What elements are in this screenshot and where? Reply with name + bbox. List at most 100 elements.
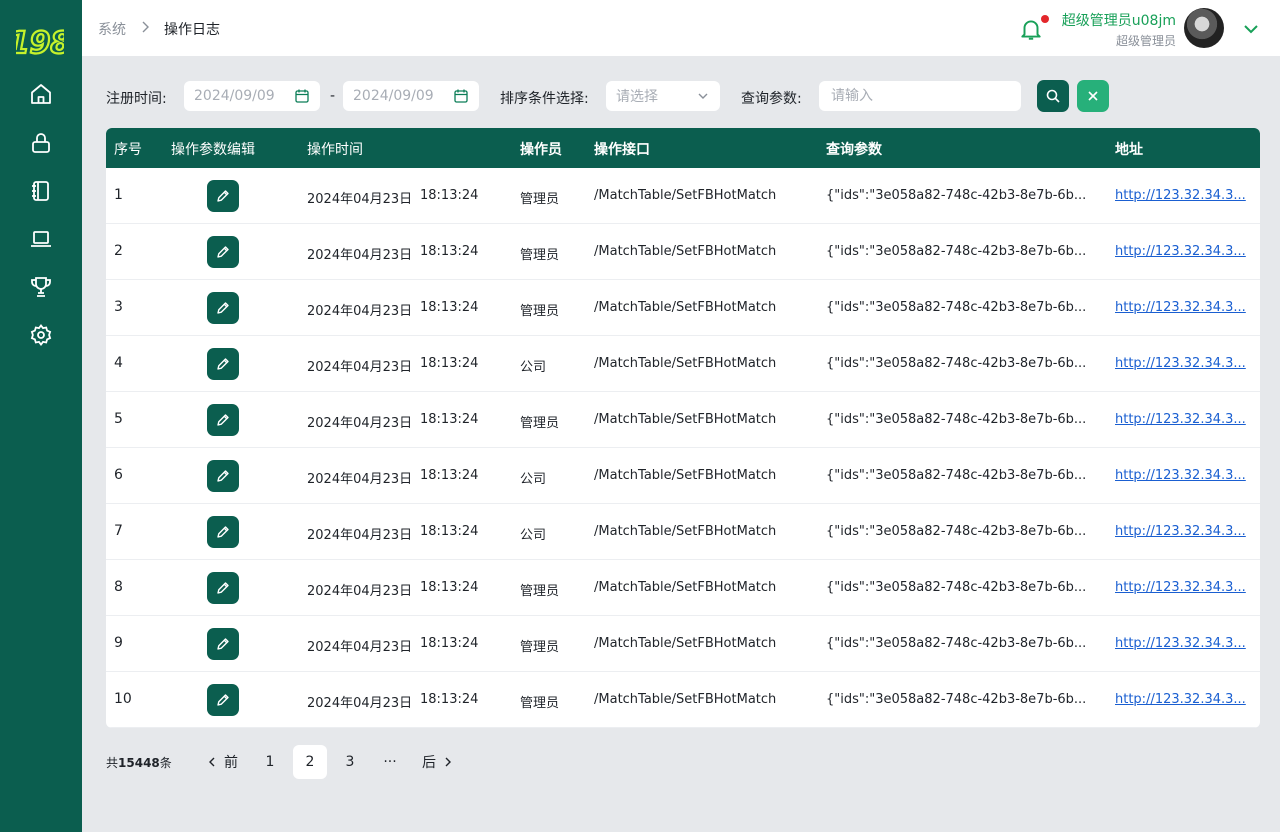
reset-button[interactable] [1077,80,1109,112]
trophy-icon [31,277,51,297]
row-index: 7 [114,523,123,539]
row-operator: 公司 [520,528,547,543]
chevron-down-icon[interactable] [1242,20,1260,38]
row-api: /MatchTable/SetFBHotMatch [594,468,777,483]
chevron-down-icon [698,93,708,99]
date-separator: - [330,88,336,104]
page-3[interactable]: 3 [333,745,367,779]
row-address-link[interactable]: http://123.32.34.3... [1115,692,1246,707]
query-input[interactable] [819,81,1021,111]
row-date: 2024年04月23日 [307,584,413,599]
page-2[interactable]: 2 [293,745,327,779]
row-date: 2024年04月23日 [307,416,413,431]
home-icon [31,84,51,104]
row-operator: 公司 [520,360,547,375]
pencil-icon [217,246,229,258]
breadcrumb-root[interactable]: 系统 [98,19,126,39]
col-operator: 操作员 [520,142,562,158]
row-date: 2024年04月23日 [307,528,413,543]
col-index: 序号 [114,142,142,158]
sidebar-item-laptop[interactable] [26,224,56,254]
row-index: 9 [114,635,123,651]
edit-params-button[interactable] [207,516,239,548]
row-index: 8 [114,579,123,595]
table-row: 1 2024年04月23日 18:13:24 管理员 /MatchTable/S… [106,168,1260,224]
table-row: 7 2024年04月23日 18:13:24 公司 /MatchTable/Se… [106,504,1260,560]
row-params: {"ids":"3e058a82-748c-42b3-8e7b-6b... [826,636,1087,651]
sort-select[interactable]: 请选择 [606,81,720,111]
ellipsis: ··· [383,754,397,770]
query-label: 查询参数: [741,91,802,107]
sidebar-item-notebook[interactable] [26,176,56,206]
row-api: /MatchTable/SetFBHotMatch [594,412,777,427]
row-address-link[interactable]: http://123.32.34.3... [1115,580,1246,595]
top-header: 系统 操作日志 超级管理员u08jm 超级管理员 [82,0,1280,56]
edit-params-button[interactable] [207,292,239,324]
row-address-link[interactable]: http://123.32.34.3... [1115,356,1246,371]
date-end-value: 2024/09/09 [353,88,434,104]
row-address-link[interactable]: http://123.32.34.3... [1115,636,1246,651]
table-row: 2 2024年04月23日 18:13:24 管理员 /MatchTable/S… [106,224,1260,280]
page-number: 2 [305,754,315,770]
row-address-link[interactable]: http://123.32.34.3... [1115,188,1246,203]
page-ellipsis[interactable]: ··· [373,745,407,779]
avatar[interactable] [1184,8,1224,48]
row-date: 2024年04月23日 [307,472,413,487]
row-params: {"ids":"3e058a82-748c-42b3-8e7b-6b... [826,244,1087,259]
row-date: 2024年04月23日 [307,640,413,655]
chevron-right-icon [445,757,451,767]
edit-params-button[interactable] [207,684,239,716]
row-api: /MatchTable/SetFBHotMatch [594,300,777,315]
row-api: /MatchTable/SetFBHotMatch [594,244,777,259]
search-button[interactable] [1037,80,1069,112]
next-page-button[interactable]: 后 [416,745,460,779]
row-params: {"ids":"3e058a82-748c-42b3-8e7b-6b... [826,580,1087,595]
edit-params-button[interactable] [207,236,239,268]
pencil-icon [217,358,229,370]
edit-params-button[interactable] [207,460,239,492]
sidebar-item-settings[interactable] [26,320,56,350]
row-params: {"ids":"3e058a82-748c-42b3-8e7b-6b... [826,356,1087,371]
sidebar-item-lock[interactable] [26,128,56,158]
bell-icon[interactable] [1018,16,1044,42]
row-index: 5 [114,411,123,427]
breadcrumb-separator-icon [142,21,149,33]
row-address-link[interactable]: http://123.32.34.3... [1115,524,1246,539]
row-address-link[interactable]: http://123.32.34.3... [1115,300,1246,315]
row-address-link[interactable]: http://123.32.34.3... [1115,412,1246,427]
prev-page-button[interactable]: 前 [200,745,244,779]
user-name: 超级管理员u08jm [1061,13,1176,29]
pencil-icon [217,694,229,706]
sidebar-item-trophy[interactable] [26,272,56,302]
date-end-picker[interactable]: 2024/09/09 [343,81,479,111]
edit-params-button[interactable] [207,628,239,660]
table-row: 6 2024年04月23日 18:13:24 公司 /MatchTable/Se… [106,448,1260,504]
sort-placeholder: 请选择 [616,89,658,105]
row-operator: 管理员 [520,416,560,431]
row-address-link[interactable]: http://123.32.34.3... [1115,468,1246,483]
edit-params-button[interactable] [207,404,239,436]
pencil-icon [217,414,229,426]
row-params: {"ids":"3e058a82-748c-42b3-8e7b-6b... [826,188,1087,203]
table-row: 8 2024年04月23日 18:13:24 管理员 /MatchTable/S… [106,560,1260,616]
total-count: 共15448条 [106,754,172,771]
edit-params-button[interactable] [207,572,239,604]
prev-label: 前 [224,755,238,771]
page-1[interactable]: 1 [253,745,287,779]
edit-params-button[interactable] [207,180,239,212]
row-time: 18:13:24 [420,524,479,539]
row-operator: 公司 [520,472,547,487]
sidebar-item-home[interactable] [26,79,56,109]
date-start-picker[interactable]: 2024/09/09 [184,81,320,111]
pencil-icon [217,582,229,594]
notebook-icon [32,181,49,201]
close-icon [1088,91,1098,101]
row-address-link[interactable]: http://123.32.34.3... [1115,244,1246,259]
col-address: 地址 [1115,142,1143,158]
sidebar: 198 [0,0,82,832]
row-api: /MatchTable/SetFBHotMatch [594,692,777,707]
row-time: 18:13:24 [420,244,479,259]
row-api: /MatchTable/SetFBHotMatch [594,636,777,651]
row-time: 18:13:24 [420,300,479,315]
edit-params-button[interactable] [207,348,239,380]
